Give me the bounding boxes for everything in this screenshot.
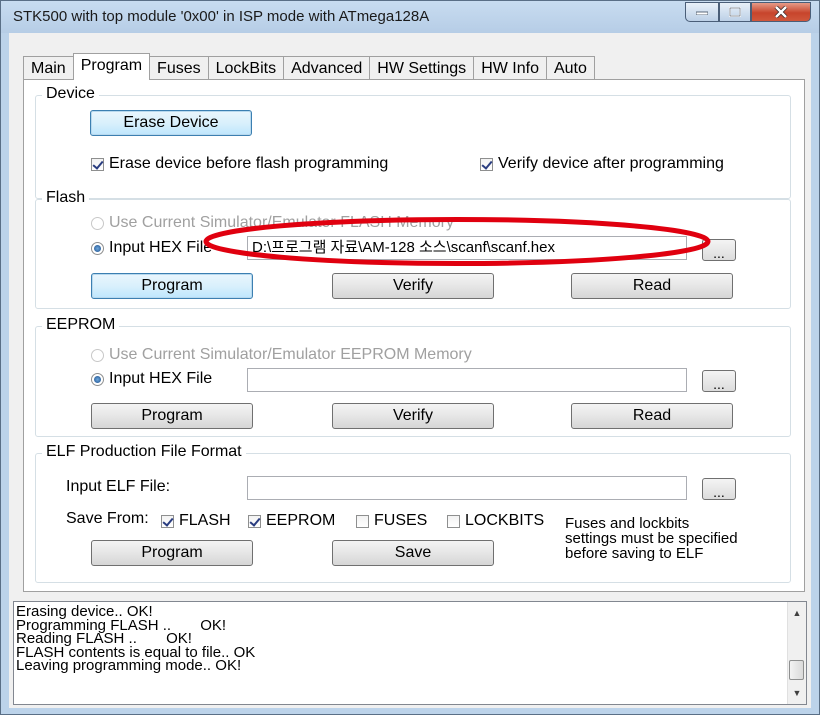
tab-fuses[interactable]: Fuses [149,56,209,80]
flash-hex-path-input[interactable]: D:\프로그램 자료\AM-128 소스\scanf\scanf.hex [247,236,687,260]
save-from-fuses-check[interactable] [356,514,369,528]
device-legend: Device [42,85,99,103]
save-from-eeprom-label: EEPROM [266,512,336,529]
elf-note: Fuses and lockbits settings must be spec… [565,516,738,561]
maximize-icon [729,7,741,17]
minimize-icon [696,11,708,15]
elf-group: ELF Production File Format Input ELF Fil… [35,443,791,583]
erase-before-flash-check[interactable] [91,157,104,171]
elf-input-label: Input ELF File: [66,478,171,495]
save-from-lockbits-check[interactable] [447,514,460,528]
eeprom-browse-button[interactable]: ... [702,370,736,392]
eeprom-read-button[interactable]: Read [571,403,733,429]
flash-input-hex-label: Input HEX File [109,239,213,256]
save-from-fuses-checkbox[interactable]: FUSES [356,512,427,530]
minimize-button[interactable] [685,2,719,22]
elf-legend: ELF Production File Format [42,443,246,461]
tab-auto[interactable]: Auto [545,56,595,80]
elf-note-line-1: Fuses and lockbits [565,515,690,532]
tab-lockbits[interactable]: LockBits [207,56,285,80]
elf-note-line-2: settings must be specified [565,530,738,547]
status-log-lines: Erasing device.. OK! Programming FLASH ..… [16,604,255,674]
elf-save-button[interactable]: Save [332,540,494,566]
tab-main[interactable]: Main [23,56,74,80]
flash-read-button[interactable]: Read [571,273,733,299]
tab-hw-settings[interactable]: HW Settings [369,56,475,80]
eeprom-program-button[interactable]: Program [91,403,253,429]
eeprom-input-hex-radio-dot[interactable] [91,372,104,386]
eeprom-use-current-radio[interactable]: Use Current Simulator/Emulator EEPROM Me… [91,346,472,364]
tab-strip: Main Program Fuses LockBits Advanced HW … [23,53,595,80]
tab-advanced[interactable]: Advanced [283,56,371,80]
close-icon [774,6,788,18]
flash-use-current-label: Use Current Simulator/Emulator FLASH Mem… [109,214,454,231]
maximize-button[interactable] [719,2,751,22]
eeprom-input-hex-label: Input HEX File [109,370,213,387]
verify-after-programming-check[interactable] [480,157,493,171]
save-from-lockbits-checkbox[interactable]: LOCKBITS [447,512,544,530]
client-area: Main Program Fuses LockBits Advanced HW … [9,33,811,708]
verify-after-programming-label: Verify device after programming [498,155,724,172]
elf-browse-button[interactable]: ... [702,478,736,500]
log-line: Leaving programming mode.. OK! [16,657,242,674]
status-log[interactable]: Erasing device.. OK! Programming FLASH ..… [13,601,807,705]
erase-before-flash-label: Erase device before flash programming [109,155,389,172]
tab-program[interactable]: Program [72,53,151,80]
close-button[interactable] [751,2,811,22]
erase-device-button[interactable]: Erase Device [90,110,252,136]
save-from-eeprom-check[interactable] [248,514,261,528]
elf-program-button[interactable]: Program [91,540,253,566]
scroll-up-icon[interactable]: ▲ [788,604,806,622]
flash-input-hex-radio-dot[interactable] [91,241,104,255]
flash-use-current-radio-dot[interactable] [91,216,104,230]
scroll-down-icon[interactable]: ▼ [788,684,806,702]
erase-before-flash-checkbox[interactable]: Erase device before flash programming [91,155,388,173]
save-from-fuses-label: FUSES [374,512,428,529]
title-bar[interactable]: STK500 with top module '0x00' in ISP mod… [1,1,819,33]
window-title: STK500 with top module '0x00' in ISP mod… [13,8,430,25]
eeprom-legend: EEPROM [42,316,120,334]
flash-input-hex-radio[interactable]: Input HEX File [91,239,212,257]
verify-after-programming-checkbox[interactable]: Verify device after programming [480,155,724,173]
save-from-lockbits-label: LOCKBITS [465,512,545,529]
save-from-eeprom-checkbox[interactable]: EEPROM [248,512,335,530]
save-from-label: Save From: [66,510,149,527]
flash-group: Flash Use Current Simulator/Emulator FLA… [35,189,791,309]
save-from-flash-label: FLASH [179,512,231,529]
eeprom-use-current-label: Use Current Simulator/Emulator EEPROM Me… [109,346,472,363]
save-from-flash-checkbox[interactable]: FLASH [161,512,231,530]
log-scrollbar[interactable]: ▲ ▼ [787,602,806,704]
eeprom-verify-button[interactable]: Verify [332,403,494,429]
scroll-thumb[interactable] [789,660,804,680]
elf-path-input[interactable] [247,476,687,500]
save-from-flash-check[interactable] [161,514,174,528]
tab-hw-info[interactable]: HW Info [473,56,547,80]
flash-program-button[interactable]: Program [91,273,253,299]
eeprom-input-hex-radio[interactable]: Input HEX File [91,370,212,388]
eeprom-use-current-radio-dot[interactable] [91,348,104,362]
elf-note-line-3: before saving to ELF [565,545,704,562]
flash-browse-button[interactable]: ... [702,239,736,261]
stk500-window: STK500 with top module '0x00' in ISP mod… [0,0,820,715]
flash-verify-button[interactable]: Verify [332,273,494,299]
eeprom-hex-path-input[interactable] [247,368,687,392]
flash-use-current-radio[interactable]: Use Current Simulator/Emulator FLASH Mem… [91,214,454,232]
flash-legend: Flash [42,189,90,207]
device-group: Device Erase Device Erase device before … [35,85,791,199]
eeprom-group: EEPROM Use Current Simulator/Emulator EE… [35,316,791,437]
